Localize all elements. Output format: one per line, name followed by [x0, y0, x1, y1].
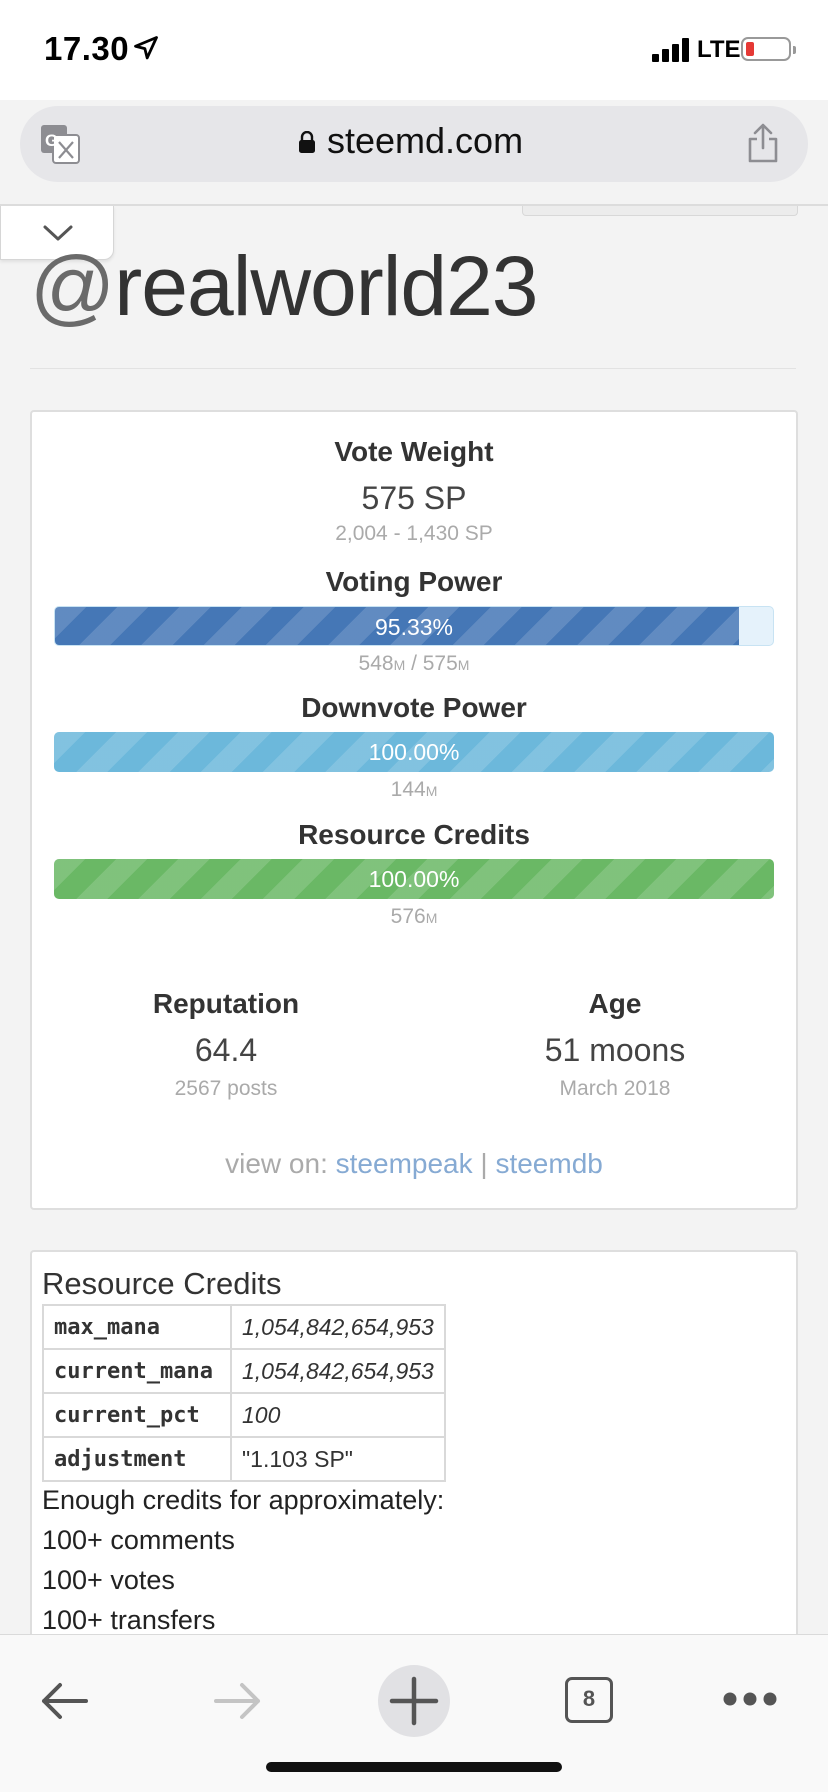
forward-arrow-icon[interactable]: [212, 1679, 264, 1723]
rc-value: "1.103 SP": [230, 1436, 446, 1482]
tab-count-icon[interactable]: 8: [565, 1677, 613, 1723]
share-icon[interactable]: [746, 122, 780, 164]
resource-credits-unit: M: [425, 910, 438, 926]
steemdb-link[interactable]: steemdb: [495, 1148, 602, 1179]
resource-credits-mana: 576M: [32, 905, 796, 929]
voting-power-title: Voting Power: [325, 566, 503, 597]
more-options-icon[interactable]: [722, 1691, 778, 1707]
downvote-power-mana: 144M: [32, 778, 796, 802]
downvote-power-percent: 100.00%: [368, 739, 460, 765]
voting-power-percent: 95.33%: [374, 614, 453, 640]
rc-value: 100: [230, 1392, 446, 1438]
voting-power-mana: 548M / 575M: [32, 652, 796, 676]
battery-level: [746, 42, 754, 56]
divider: [30, 368, 796, 369]
voting-power-separator: /: [405, 652, 423, 675]
location-arrow-icon: [134, 36, 158, 60]
vote-weight-range: 2,004 - 1,430 SP: [335, 522, 493, 545]
lock-icon: [299, 131, 315, 153]
account-name: @realworld23: [30, 238, 539, 335]
rc-enough-text: Enough credits for approximately:: [42, 1485, 445, 1515]
voting-power-unit: M: [457, 657, 470, 673]
reputation-block: Reputation 64.4 2567 posts: [76, 988, 376, 1101]
rc-estimates: Enough credits for approximately: 100+ c…: [42, 1480, 444, 1640]
downvote-power-unit: M: [425, 783, 438, 799]
rc-table: max_mana 1,054,842,654,953 current_mana …: [42, 1304, 446, 1482]
back-arrow-icon[interactable]: [38, 1679, 90, 1723]
vote-weight-title: Vote Weight: [334, 436, 494, 467]
table-row: adjustment "1.103 SP": [42, 1436, 446, 1482]
username-text: realworld23: [114, 239, 538, 333]
table-row: max_mana 1,054,842,654,953: [42, 1304, 446, 1350]
signal-strength-icon: [652, 38, 690, 62]
account-power-card: Vote Weight 575 SP 2,004 - 1,430 SP Voti…: [30, 410, 798, 1210]
nav-tab-edge: [522, 206, 798, 216]
voting-power-current: 548: [358, 652, 394, 675]
vote-weight-value: 575 SP: [361, 480, 467, 516]
rc-value: 1,054,842,654,953: [230, 1348, 446, 1394]
reputation-posts: 2567 posts: [174, 1077, 278, 1100]
status-time: 17.30: [44, 30, 130, 67]
rc-value: 1,054,842,654,953: [230, 1304, 446, 1350]
resource-credits-title: Resource Credits: [298, 819, 530, 850]
reputation-title: Reputation: [152, 988, 300, 1019]
downvote-power-title: Downvote Power: [301, 692, 527, 723]
translate-icon[interactable]: G: [40, 124, 80, 164]
resource-credits-amount: 576: [390, 905, 426, 928]
rc-key: max_mana: [42, 1304, 232, 1350]
address-bar[interactable]: G steemd.com: [20, 106, 808, 182]
url-text[interactable]: steemd.com: [327, 120, 523, 162]
age-since: March 2018: [559, 1077, 671, 1100]
network-type: LTE: [697, 36, 741, 63]
table-row: current_mana 1,054,842,654,953: [42, 1348, 446, 1394]
rc-key: current_pct: [42, 1392, 232, 1438]
downvote-power-bar: 100.00%: [54, 732, 774, 772]
table-row: current_pct 100: [42, 1392, 446, 1438]
voting-power-bar: 95.33%: [54, 606, 774, 646]
at-symbol: @: [30, 239, 115, 333]
reputation-value: 64.4: [194, 1032, 258, 1068]
rc-key: adjustment: [42, 1436, 232, 1482]
battery-icon: [741, 37, 796, 61]
status-bar: 17.30 LTE: [0, 0, 828, 100]
resource-credits-bar: 100.00%: [54, 859, 774, 899]
rc-detail-title: Resource Credits: [42, 1266, 282, 1301]
view-on-links: view on: steempeak | steemdb: [32, 1148, 796, 1180]
resource-credits-card: Resource Credits max_mana 1,054,842,654,…: [30, 1250, 798, 1670]
voting-power-max: 575: [422, 652, 458, 675]
new-tab-plus-icon[interactable]: [378, 1665, 450, 1737]
rc-key: current_mana: [42, 1348, 232, 1394]
list-item: 100+ comments: [42, 1525, 235, 1555]
steempeak-link[interactable]: steempeak: [336, 1148, 473, 1179]
resource-credits-percent: 100.00%: [368, 866, 460, 892]
svg-text:G: G: [45, 131, 58, 150]
age-title: Age: [588, 988, 642, 1019]
link-separator: |: [480, 1148, 488, 1179]
age-block: Age 51 moons March 2018: [465, 988, 765, 1101]
age-value: 51 moons: [544, 1032, 686, 1068]
list-item: 100+ votes: [42, 1565, 175, 1595]
voting-power-unit: M: [393, 657, 406, 673]
home-indicator: [266, 1762, 562, 1772]
view-on-label: view on:: [225, 1148, 328, 1179]
downvote-power-amount: 144: [390, 778, 426, 801]
